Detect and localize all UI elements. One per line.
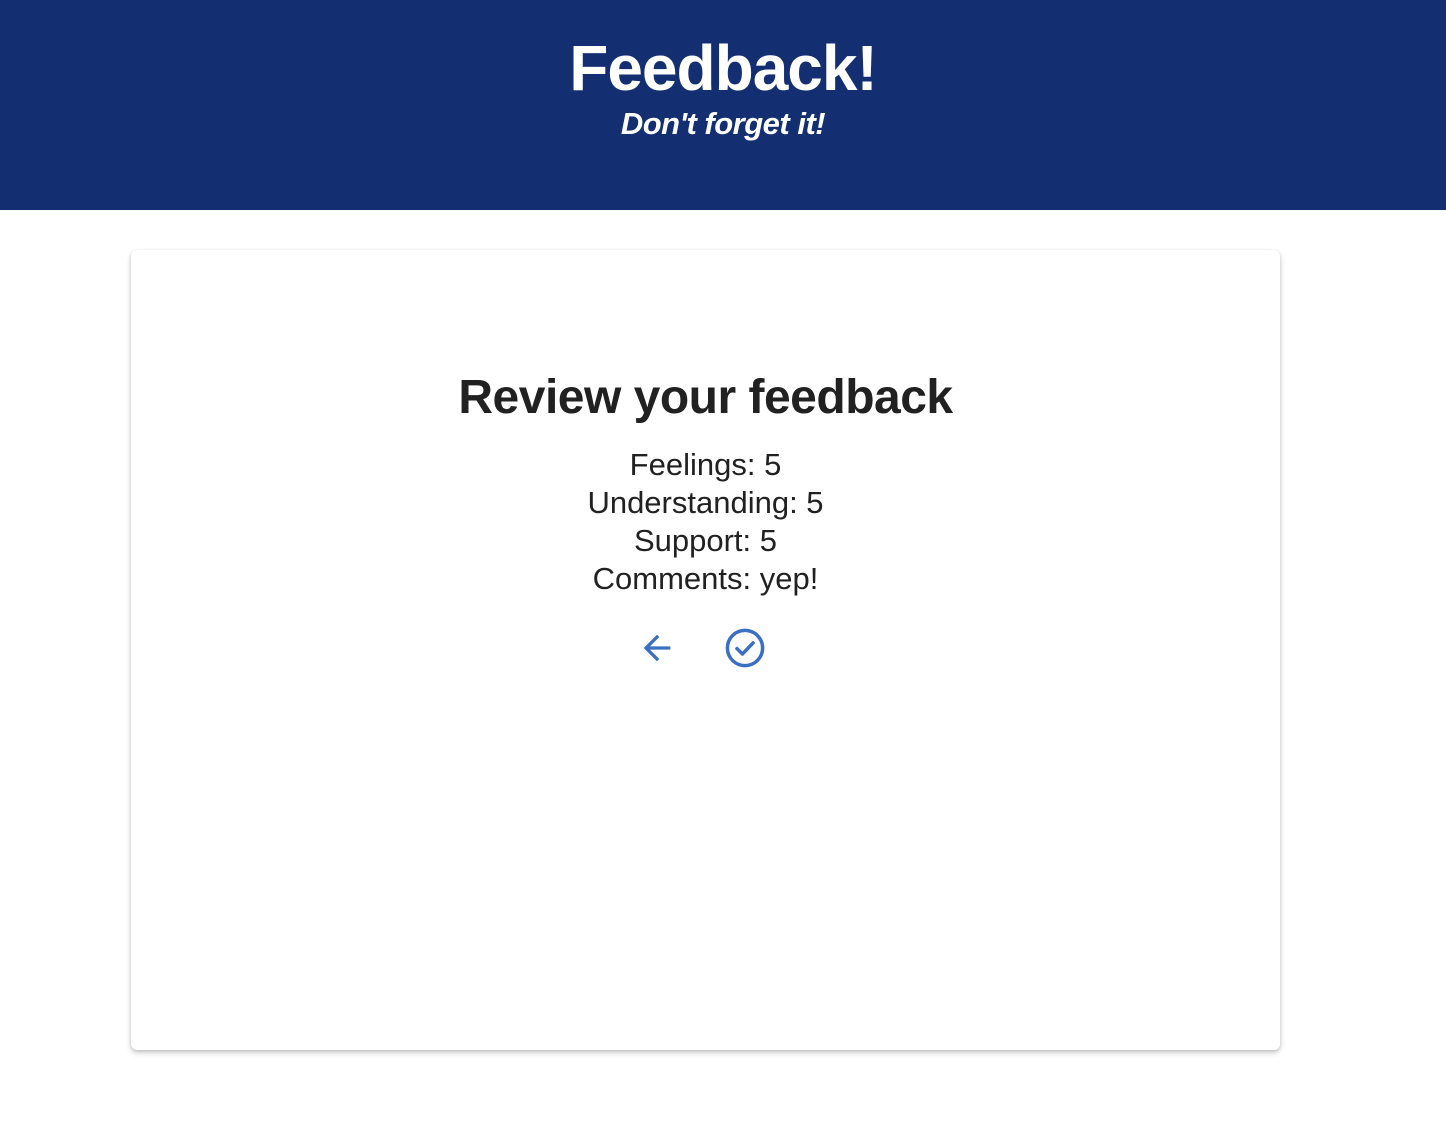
review-actions	[131, 624, 1280, 672]
comments-review: Comments: yep!	[592, 561, 819, 596]
check-circle-icon	[725, 628, 765, 668]
back-button[interactable]	[633, 624, 681, 672]
review-card: Review your feedback Feelings: 5 Underst…	[131, 250, 1280, 1050]
support-review: Support: 5	[633, 523, 778, 558]
app-title: Feedback!	[569, 32, 878, 104]
feelings-review: Feelings: 5	[629, 447, 782, 482]
submit-button[interactable]	[721, 624, 769, 672]
arrow-left-icon	[643, 634, 671, 662]
app-header: Feedback! Don't forget it!	[0, 0, 1446, 210]
app-subtitle: Don't forget it!	[620, 106, 826, 141]
review-list: Feelings: 5 Understanding: 5 Support: 5 …	[131, 446, 1280, 598]
review-heading: Review your feedback	[458, 371, 953, 424]
understanding-review: Understanding: 5	[587, 485, 824, 520]
